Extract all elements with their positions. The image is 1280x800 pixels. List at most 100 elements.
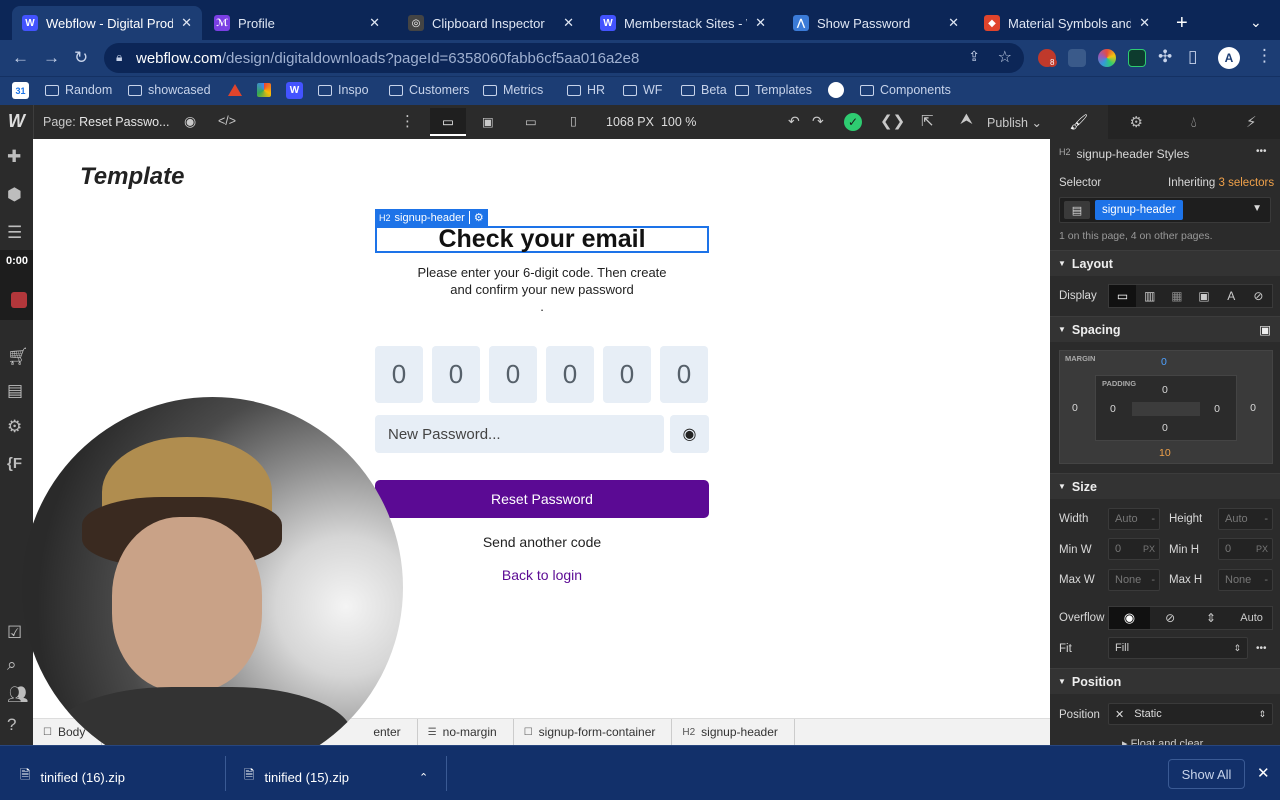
users-icon[interactable]: 👥︎ [7,685,29,705]
tab-close-icon[interactable]: ✕ [948,15,959,31]
position-section-header[interactable]: ▼ Position [1050,668,1280,694]
max-height-input[interactable]: None - [1218,569,1273,591]
code-digit-input[interactable]: 0 [603,346,651,403]
sidebar-icon[interactable]: ▯ [1188,47,1197,67]
close-downloads-icon[interactable]: ✕ [1257,764,1270,782]
stop-recording-button[interactable] [11,292,27,308]
display-inline-icon[interactable]: A [1218,285,1245,307]
tab-close-icon[interactable]: ✕ [1139,15,1150,31]
browser-tab[interactable]: ◆ Material Symbols and Ic ✕ [974,6,1160,40]
bookmark-folder[interactable]: HR [567,83,605,97]
more-vertical-icon[interactable]: ⋮ [400,112,415,130]
ecommerce-cart-icon[interactable]: 🛒︎ [7,347,29,367]
bookmark-folder[interactable]: Metrics [483,83,543,97]
overflow-visible-eye-icon[interactable]: ◉ [1109,607,1150,629]
element-settings-icon[interactable]: ⚙ [1108,105,1166,139]
instructions-text[interactable]: Please enter your 6-digit code. Then cre… [375,264,709,315]
overflow-scroll-icon[interactable]: ⇕ [1191,607,1232,629]
extension-green-icon[interactable] [1128,49,1146,67]
publish-rocket-icon[interactable]: ⮝ [960,111,973,128]
settings-gear-icon[interactable]: ⚙ [7,417,22,437]
bookmark-folder[interactable]: Customers [389,83,469,97]
overflow-hidden-icon[interactable]: ⊘ [1150,607,1191,629]
tab-close-icon[interactable]: ✕ [755,15,766,31]
browser-tab[interactable]: W Memberstack Sites - We ✕ [590,6,776,40]
redo-icon[interactable]: ↷ [812,113,824,130]
code-digit-input[interactable]: 0 [489,346,537,403]
download-item-1[interactable]: 🗎︎ tinified (16).zip [20,766,125,788]
extension-color-icon[interactable] [1098,49,1116,67]
new-tab-button[interactable]: + [1176,12,1188,35]
breadcrumb-item[interactable]: ☰ no-margin [418,718,514,746]
selector-chip[interactable]: signup-header [1095,200,1183,220]
bookmark-webflow-icon[interactable]: W [286,82,303,99]
tab-close-icon[interactable]: ✕ [563,15,574,31]
export-code-icon[interactable]: ❮❯ [880,112,905,130]
inheriting-info[interactable]: Inheriting 3 selectors [1168,177,1274,189]
bookmark-folder[interactable]: showcased [128,83,211,97]
preview-eye-icon[interactable]: ◉ [184,113,196,130]
publish-button[interactable]: Publish ⌄ [987,115,1042,130]
bookmark-folder[interactable]: Inspo [318,83,369,97]
tab-search-chevron-icon[interactable]: ⌄ [1250,14,1262,31]
position-select[interactable]: ✕ Static ⇕ [1108,703,1273,725]
code-icon[interactable]: </> [218,114,236,128]
mobile-breakpoint-icon[interactable]: ▯ [570,113,577,128]
url-bar[interactable]: 🔒︎ webflow.com/design/digitaldownloads?p… [104,43,1024,73]
breadcrumb-item[interactable]: H2 signup-header [672,718,795,746]
site-logo[interactable]: Template [80,163,184,191]
code-digit-input[interactable]: 0 [660,346,708,403]
show-password-eye-icon[interactable]: ◉ [670,415,709,453]
bookmark-drive-icon[interactable] [257,83,271,97]
landscape-breakpoint-icon[interactable]: ▭ [525,114,537,129]
browser-tab[interactable]: ℳ Profile ✕ [204,6,390,40]
bookmark-folder[interactable]: Templates [735,83,812,97]
symbols-cube-icon[interactable]: ⬢ [7,185,22,205]
send-another-code-link[interactable]: Send another code [375,534,709,550]
code-digit-input[interactable]: 0 [432,346,480,403]
new-password-input[interactable]: New Password... [375,415,664,453]
bookmark-folder[interactable]: Components [860,83,951,97]
share-icon[interactable]: ⇪ [968,48,980,65]
display-flex-icon[interactable]: ▥ [1136,285,1163,307]
extension-red-icon[interactable]: 8 [1038,49,1058,67]
height-input[interactable]: Auto - [1218,508,1273,530]
style-manager-drops-icon[interactable]: 💧︎ [1165,105,1223,139]
width-input[interactable]: Auto - [1108,508,1160,530]
overflow-auto-button[interactable]: Auto [1231,607,1272,629]
style-brush-icon[interactable]: 🖌︎ [1050,105,1108,139]
extension-recycle-icon[interactable] [1068,49,1086,67]
bookmark-triangle-icon[interactable] [228,84,242,96]
tablet-breakpoint-icon[interactable]: ▣ [482,114,494,129]
calendar-icon[interactable]: 31 [12,82,29,99]
browser-menu-icon[interactable]: ⋮ [1256,46,1273,66]
puzzle-extensions-icon[interactable]: ✣ [1158,47,1172,67]
page-selector[interactable]: Page: Reset Passwo... [43,115,169,129]
breadcrumb-item[interactable]: ☐ signup-form-container [514,718,673,746]
browser-tab[interactable]: ⋀ Show Password ✕ [783,6,969,40]
help-icon[interactable]: ? [7,715,16,735]
back-arrow-icon[interactable]: ← [12,48,29,68]
display-none-icon[interactable]: ⊘ [1245,285,1272,307]
cms-icon[interactable]: {F [7,455,22,472]
max-width-input[interactable]: None - [1108,569,1160,591]
size-section-header[interactable]: ▼ Size [1050,473,1280,499]
forward-arrow-icon[interactable]: → [43,48,60,68]
tab-close-icon[interactable]: ✕ [181,15,192,31]
interactions-bolt-icon[interactable]: ⚡︎ [1223,105,1280,139]
code-digit-input[interactable]: 0 [375,346,423,403]
reload-icon[interactable]: ↻ [74,48,88,68]
download-item-2[interactable]: 🗎︎ tinified (15).zip ⌃ [244,766,428,788]
min-height-input[interactable]: 0 PX [1218,538,1273,560]
undo-icon[interactable]: ↶ [788,113,800,130]
browser-tab[interactable]: W Webflow - Digital Produc ✕ [12,6,202,40]
profile-avatar[interactable]: A [1218,47,1240,69]
webflow-logo-icon[interactable]: W [8,111,25,132]
search-icon[interactable]: ⌕ [7,655,17,675]
min-width-input[interactable]: 0 PX [1108,538,1160,560]
bookmark-star-icon[interactable]: ☆ [998,47,1012,67]
browser-tab[interactable]: ◎ Clipboard Inspector ✕ [398,6,584,40]
fit-more-icon[interactable]: ••• [1256,643,1267,654]
signup-header-heading[interactable]: Check your email [375,225,709,253]
selector-style-icon[interactable]: ▤ [1064,201,1090,219]
